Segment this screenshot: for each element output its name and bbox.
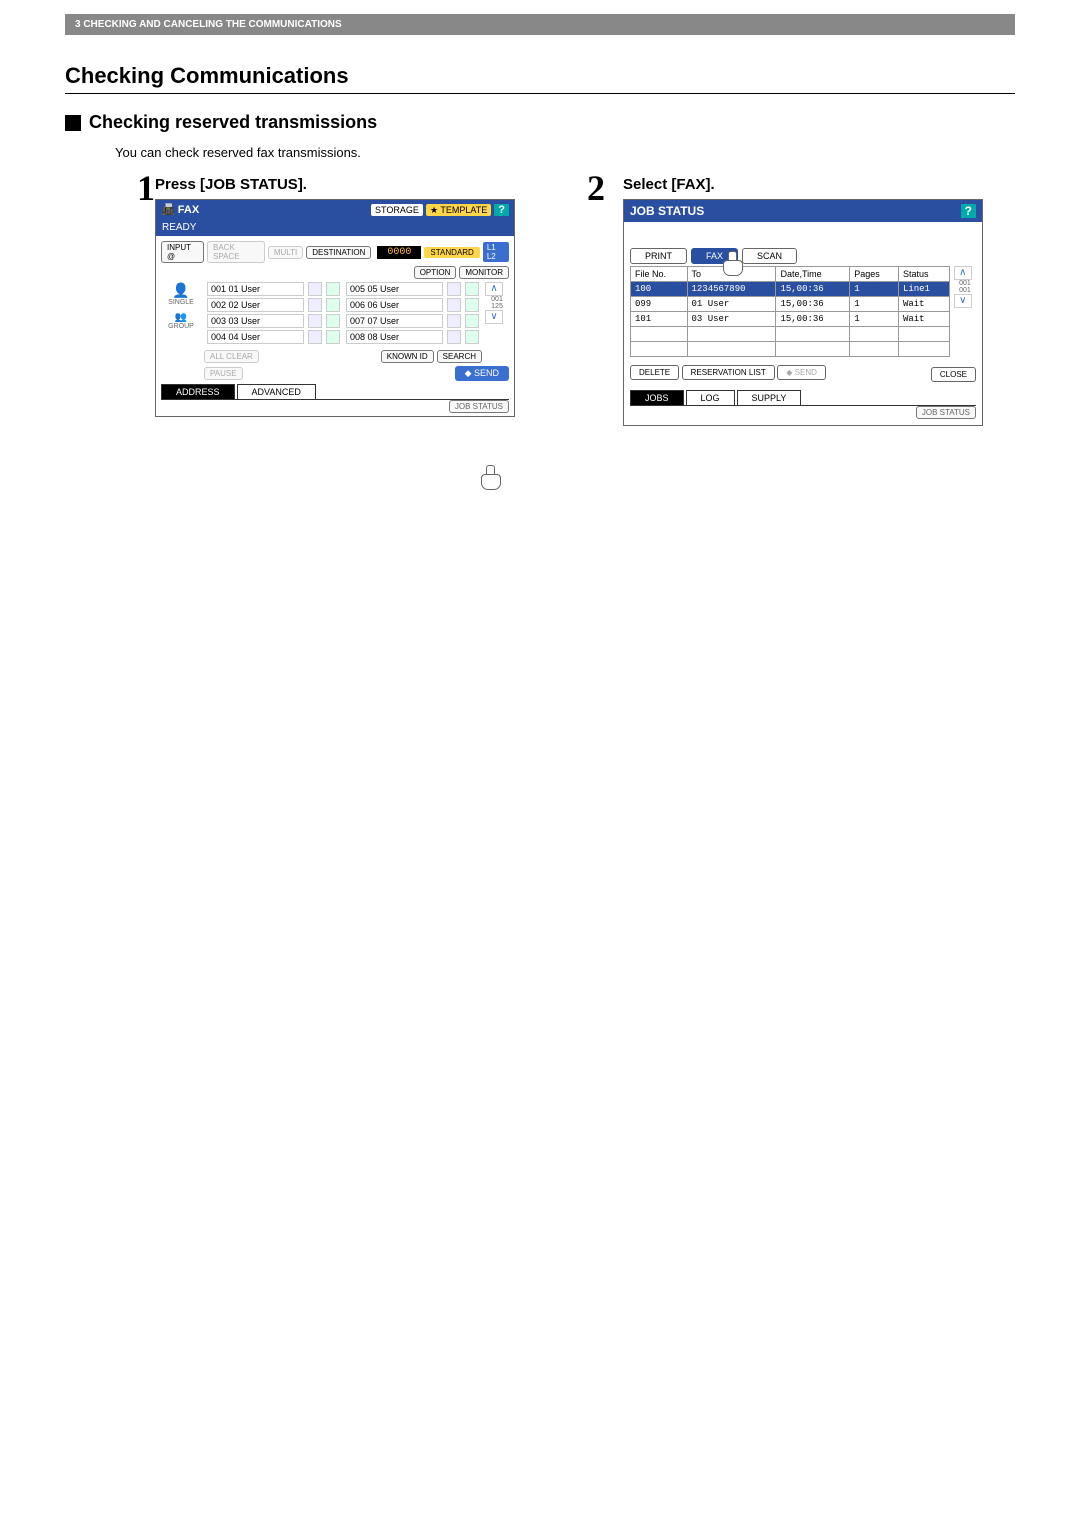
page-current: 001 xyxy=(954,280,976,287)
step-2-title: Select [FAX]. xyxy=(623,176,983,193)
scan-tab[interactable]: SCAN xyxy=(742,248,797,264)
step-1-number: 1 xyxy=(137,170,155,637)
print-tab[interactable]: PRINT xyxy=(630,248,687,264)
phone-icon[interactable] xyxy=(308,330,322,344)
jobs-tab[interactable]: JOBS xyxy=(630,390,684,405)
job-table: File No. To Date,Time Pages Status 10012… xyxy=(630,266,950,357)
address-row: 002 02 User xyxy=(207,298,340,312)
standard-button[interactable]: STANDARD xyxy=(424,247,479,258)
address-row: 005 05 User xyxy=(346,282,479,296)
all-clear-button[interactable]: ALL CLEAR xyxy=(204,350,259,363)
col-to: To xyxy=(687,267,776,282)
fax-tab[interactable]: FAX xyxy=(691,248,738,264)
ready-status: READY xyxy=(156,219,514,236)
col-pages: Pages xyxy=(850,267,899,282)
phone-icon[interactable] xyxy=(308,282,322,296)
page-down-button[interactable]: ∨ xyxy=(954,294,972,308)
jobstatus-screenshot: JOB STATUS ? PRINT FAX SCAN File No. To … xyxy=(623,199,983,426)
counter-display: 0000 xyxy=(377,246,421,259)
page-down-button[interactable]: ∨ xyxy=(485,310,503,324)
page-title: Checking Communications xyxy=(65,63,1015,89)
advanced-tab[interactable]: ADVANCED xyxy=(237,384,316,399)
fax-title: FAX xyxy=(178,204,199,216)
phone-icon[interactable] xyxy=(447,282,461,296)
log-tab[interactable]: LOG xyxy=(686,390,735,405)
table-row[interactable]: 09901 User15,00:361Wait xyxy=(631,297,950,312)
section-title: Checking reserved transmissions xyxy=(65,112,1015,133)
page-up-button[interactable]: ∧ xyxy=(485,282,503,296)
help-button[interactable]: ? xyxy=(961,204,976,218)
group-label: GROUP xyxy=(161,323,201,330)
job-status-button[interactable]: JOB STATUS xyxy=(449,400,509,413)
phone-icon[interactable] xyxy=(447,298,461,312)
fax-icon: 📠 xyxy=(161,204,175,216)
group-icon[interactable]: 👥 xyxy=(161,312,201,323)
table-row[interactable]: 10103 User15,00:361Wait xyxy=(631,312,950,327)
phone-icon[interactable] xyxy=(308,314,322,328)
page-current: 001 xyxy=(485,296,509,303)
mail-icon[interactable] xyxy=(465,314,479,328)
page-total: 125 xyxy=(485,303,509,310)
reservation-list-button[interactable]: RESERVATION LIST xyxy=(682,365,775,380)
send-button[interactable]: ◆ SEND xyxy=(455,366,509,381)
intro-text: You can check reserved fax transmissions… xyxy=(115,145,1015,160)
address-row: 001 01 User xyxy=(207,282,340,296)
breadcrumb: 3 CHECKING AND CANCELING THE COMMUNICATI… xyxy=(65,14,1015,35)
col-datetime: Date,Time xyxy=(776,267,850,282)
backspace-button[interactable]: BACK SPACE xyxy=(207,241,265,263)
col-fileno: File No. xyxy=(631,267,688,282)
search-button[interactable]: SEARCH xyxy=(437,350,482,363)
jobstatus-title: JOB STATUS xyxy=(630,204,704,218)
mail-icon[interactable] xyxy=(465,298,479,312)
mail-icon[interactable] xyxy=(326,282,340,296)
delete-button[interactable]: DELETE xyxy=(630,365,679,380)
mail-icon[interactable] xyxy=(326,314,340,328)
phone-icon[interactable] xyxy=(447,330,461,344)
address-tab[interactable]: ADDRESS xyxy=(161,384,235,399)
input-button[interactable]: INPUT @ xyxy=(161,241,204,263)
single-label: SINGLE xyxy=(161,299,201,306)
page-total: 001 xyxy=(954,287,976,294)
step-2-number: 2 xyxy=(587,170,623,627)
job-status-button[interactable]: JOB STATUS xyxy=(916,406,976,419)
address-row: 007 07 User xyxy=(346,314,479,328)
single-icon[interactable]: 👤 xyxy=(161,282,201,299)
monitor-button[interactable]: MONITOR xyxy=(459,266,509,279)
send-button[interactable]: ◆ SEND xyxy=(777,365,826,380)
mail-icon[interactable] xyxy=(465,330,479,344)
supply-tab[interactable]: SUPPLY xyxy=(737,390,802,405)
fax-screenshot: 📠 FAX STORAGE ★ TEMPLATE ? READY INPUT @… xyxy=(155,199,515,417)
step-1-title: Press [JOB STATUS]. xyxy=(155,176,515,193)
pause-button[interactable]: PAUSE xyxy=(204,367,243,380)
help-button[interactable]: ? xyxy=(494,204,509,216)
mail-icon[interactable] xyxy=(465,282,479,296)
address-row: 006 06 User xyxy=(346,298,479,312)
storage-button[interactable]: STORAGE xyxy=(371,204,423,216)
col-status: Status xyxy=(898,267,949,282)
star-icon: ★ xyxy=(430,205,438,215)
close-button[interactable]: CLOSE xyxy=(931,367,976,382)
phone-icon[interactable] xyxy=(447,314,461,328)
known-id-button[interactable]: KNOWN ID xyxy=(381,350,434,363)
multi-button[interactable]: MULTI xyxy=(268,246,303,259)
mail-icon[interactable] xyxy=(326,330,340,344)
phone-icon[interactable] xyxy=(308,298,322,312)
section-bullet-icon xyxy=(65,115,81,131)
address-row: 004 04 User xyxy=(207,330,340,344)
template-button[interactable]: ★ TEMPLATE xyxy=(426,204,491,216)
title-rule xyxy=(65,93,1015,94)
pointer-hand-icon xyxy=(481,465,501,489)
section-title-text: Checking reserved transmissions xyxy=(89,112,377,133)
address-row: 008 08 User xyxy=(346,330,479,344)
table-row[interactable]: 100123456789015,00:361Line1 xyxy=(631,282,950,297)
destination-button[interactable]: DESTINATION xyxy=(306,246,371,259)
address-row: 003 03 User xyxy=(207,314,340,328)
option-button[interactable]: OPTION xyxy=(414,266,457,279)
line-indicator: L1 L2 xyxy=(483,242,509,262)
mail-icon[interactable] xyxy=(326,298,340,312)
page-up-button[interactable]: ∧ xyxy=(954,266,972,280)
